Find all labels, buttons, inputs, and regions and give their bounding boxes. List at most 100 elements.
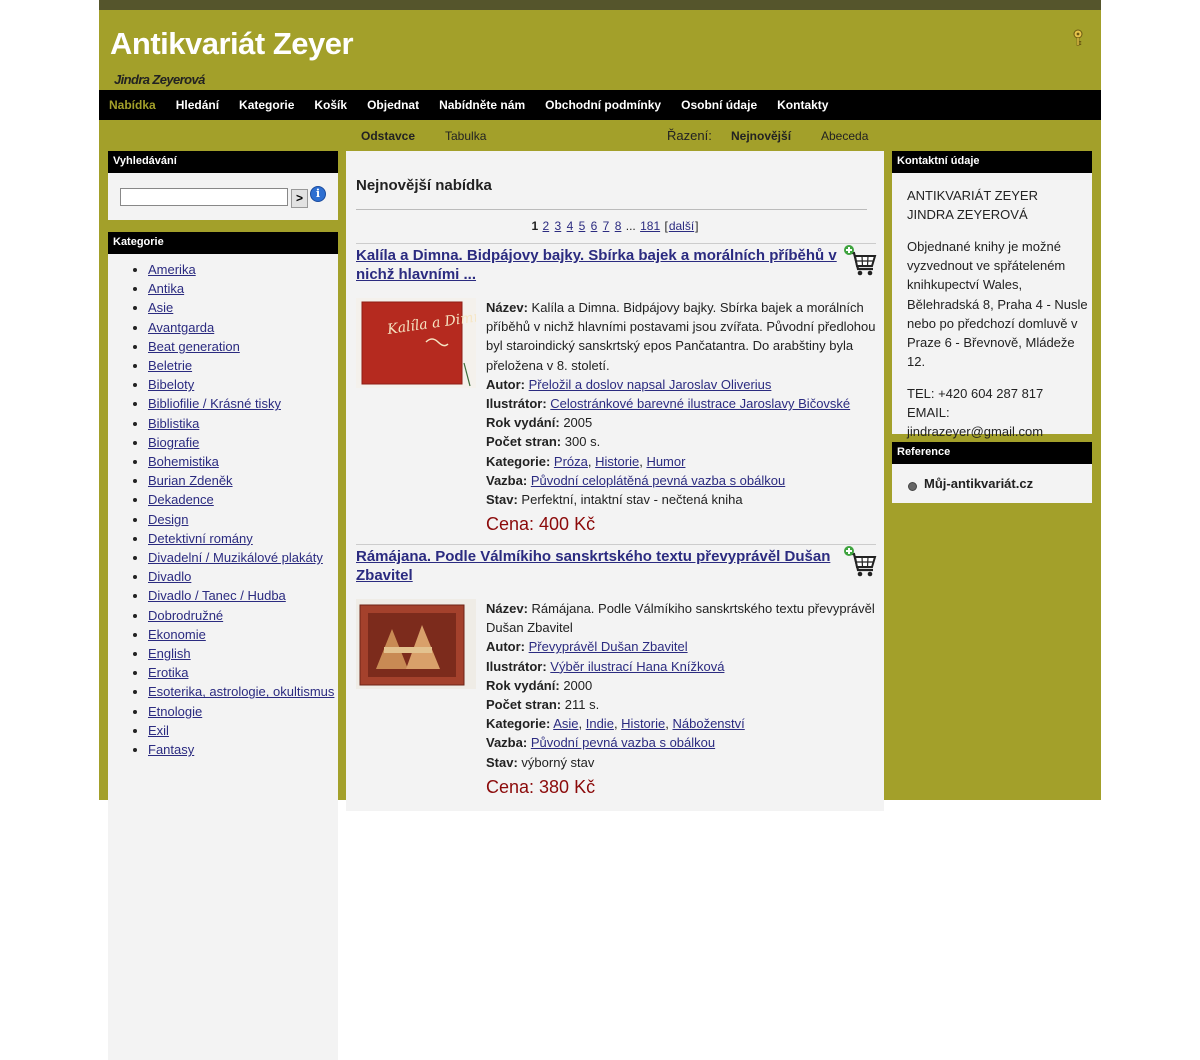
nav-kosik[interactable]: Košík bbox=[314, 98, 347, 112]
book-cover-image[interactable] bbox=[356, 599, 476, 689]
pager-last[interactable]: 181 bbox=[640, 219, 660, 233]
reference-heading: Reference bbox=[892, 442, 1092, 464]
category-link[interactable]: Bibeloty bbox=[148, 377, 194, 392]
category-item: Divadelní / Muzikálové plakáty bbox=[148, 548, 338, 567]
page-wrapper: Antikvariát Zeyer Jindra Zeyerová Nabídk… bbox=[99, 0, 1101, 1060]
nav-osobni-udaje[interactable]: Osobní údaje bbox=[681, 98, 757, 112]
category-link[interactable]: Esoterika, astrologie, okultismus bbox=[148, 684, 334, 699]
nav-nabidnete-nam[interactable]: Nabídněte nám bbox=[439, 98, 525, 112]
binding-link[interactable]: Původní celoplátěná pevná vazba s obálko… bbox=[531, 473, 785, 488]
category-item: Detektivní romány bbox=[148, 529, 338, 548]
nav-nabidka[interactable]: Nabídka bbox=[109, 98, 156, 112]
category-list: Amerika Antika Asie Avantgarda Beat generati… bbox=[108, 254, 338, 1060]
category-link[interactable]: Divadlo / Tanec / Hudba bbox=[148, 588, 286, 603]
category-link[interactable]: Bibliofilie / Krásné tisky bbox=[148, 396, 281, 411]
category-link[interactable]: Beletrie bbox=[148, 358, 192, 373]
view-odstavce[interactable]: Odstavce bbox=[361, 129, 415, 143]
category-link[interactable]: Próza bbox=[554, 454, 588, 469]
book-title-link[interactable]: Kalíla a Dimna. Bidpájovy bajky. Sbírka … bbox=[356, 247, 837, 283]
book-title-link[interactable]: Rámájana. Podle Válmíkiho sanskrtského t… bbox=[356, 548, 830, 584]
book-name: Kalíla a Dimna. Bidpájovy bajky. Sbírka … bbox=[486, 300, 876, 373]
detail-row: Rok vydání: 2000 bbox=[486, 677, 593, 693]
category-link[interactable]: Beat generation bbox=[148, 339, 240, 354]
nav-hledani[interactable]: Hledání bbox=[176, 98, 219, 112]
pager-page[interactable]: 6 bbox=[591, 219, 598, 233]
key-icon[interactable] bbox=[1072, 29, 1084, 50]
add-to-cart-icon[interactable] bbox=[843, 244, 877, 281]
category-link[interactable]: Biografie bbox=[148, 435, 199, 450]
category-link[interactable]: English bbox=[148, 646, 191, 661]
category-item: Biografie bbox=[148, 433, 338, 452]
category-item: Ekonomie bbox=[148, 625, 338, 644]
site-header: Antikvariát Zeyer Jindra Zeyerová bbox=[99, 10, 1101, 90]
sort-nejnovejsi[interactable]: Nejnovější bbox=[731, 129, 791, 143]
detail-row: Ilustrátor: Celostránkové barevné ilustr… bbox=[486, 396, 851, 412]
category-link[interactable]: Dekadence bbox=[148, 492, 214, 507]
category-item: Biblistika bbox=[148, 414, 338, 433]
pager-page[interactable]: 2 bbox=[543, 219, 550, 233]
nav-objednat[interactable]: Objednat bbox=[367, 98, 419, 112]
pager-next[interactable]: další bbox=[669, 219, 694, 233]
category-link[interactable]: Dobrodružné bbox=[148, 608, 223, 623]
category-link[interactable]: Avantgarda bbox=[148, 320, 214, 335]
illustrator-link[interactable]: Výběr ilustrací Hana Knížková bbox=[550, 659, 724, 674]
category-link[interactable]: Divadlo bbox=[148, 569, 191, 584]
category-link[interactable]: Asie bbox=[553, 716, 578, 731]
category-link[interactable]: Design bbox=[148, 512, 188, 527]
reference-link[interactable]: Můj-antikvariát.cz bbox=[924, 476, 1033, 491]
category-link[interactable]: Erotika bbox=[148, 665, 188, 680]
search-submit-button[interactable]: > bbox=[291, 189, 308, 208]
contact-name: ANTIKVARIÁT ZEYER JINDRA ZEYEROVÁ bbox=[907, 186, 1089, 224]
info-icon[interactable]: i bbox=[310, 186, 326, 202]
pager-page[interactable]: 7 bbox=[603, 219, 610, 233]
category-item: English bbox=[148, 644, 338, 663]
category-link[interactable]: Indie bbox=[586, 716, 614, 731]
category-link[interactable]: Divadelní / Muzikálové plakáty bbox=[148, 550, 323, 565]
condition: Perfektní, intaktní stav - nečtená kniha bbox=[521, 492, 743, 508]
category-item: Design bbox=[148, 510, 338, 529]
book-cover-image[interactable]: Kalíla a Dimna bbox=[356, 298, 492, 388]
category-link[interactable]: Burian Zdeněk bbox=[148, 473, 233, 488]
nav-obchodni-podminky[interactable]: Obchodní podmínky bbox=[545, 98, 661, 112]
search-input[interactable] bbox=[120, 188, 288, 206]
add-to-cart-icon[interactable] bbox=[843, 545, 877, 582]
category-link[interactable]: Asie bbox=[148, 300, 173, 315]
site-title[interactable]: Antikvariát Zeyer bbox=[110, 26, 354, 62]
binding-link[interactable]: Původní pevná vazba s obálkou bbox=[531, 735, 715, 750]
category-link[interactable]: Náboženství bbox=[672, 716, 744, 731]
bullet-icon bbox=[908, 482, 917, 491]
category-link[interactable]: Exil bbox=[148, 723, 169, 738]
contact-company: ANTIKVARIÁT ZEYER bbox=[907, 188, 1038, 203]
category-link[interactable]: Biblistika bbox=[148, 416, 199, 431]
page-count: 300 s. bbox=[564, 434, 601, 450]
nav-kategorie[interactable]: Kategorie bbox=[239, 98, 294, 112]
contact-email[interactable]: EMAIL: jindrazeyer@gmail.com bbox=[907, 405, 1043, 439]
detail-row: Počet stran: 211 s. bbox=[486, 697, 600, 713]
category-link[interactable]: Historie bbox=[621, 716, 665, 731]
pager-page[interactable]: 5 bbox=[579, 219, 586, 233]
pager-page[interactable]: 4 bbox=[567, 219, 574, 233]
author-link[interactable]: Převyprávěl Dušan Zbavitel bbox=[529, 639, 688, 654]
category-link[interactable]: Ekonomie bbox=[148, 627, 206, 642]
pager-page[interactable]: 8 bbox=[615, 219, 622, 233]
category-link[interactable]: Humor bbox=[646, 454, 685, 469]
pager-page[interactable]: 3 bbox=[555, 219, 562, 233]
detail-row: Vazba: Původní celoplátěná pevná vazba s… bbox=[486, 472, 786, 488]
divider bbox=[356, 544, 876, 545]
nav-kontakty[interactable]: Kontakty bbox=[777, 98, 828, 112]
view-tabulka[interactable]: Tabulka bbox=[445, 129, 486, 143]
detail-row: Kategorie: Asie, Indie, Historie, Nábože… bbox=[486, 716, 745, 732]
illustrator-link[interactable]: Celostránkové barevné ilustrace Jaroslav… bbox=[550, 396, 850, 411]
category-link[interactable]: Bohemistika bbox=[148, 454, 219, 469]
category-link[interactable]: Antika bbox=[148, 281, 184, 296]
right-column: Kontaktní údaje ANTIKVARIÁT ZEYER JINDRA… bbox=[892, 151, 1092, 503]
category-link[interactable]: Historie bbox=[595, 454, 639, 469]
category-link[interactable]: Amerika bbox=[148, 262, 196, 277]
category-link[interactable]: Etnologie bbox=[148, 704, 202, 719]
category-item: Exil bbox=[148, 721, 338, 740]
sort-abeceda[interactable]: Abeceda bbox=[821, 129, 868, 143]
category-link[interactable]: Detektivní romány bbox=[148, 531, 253, 546]
author-link[interactable]: Přeložil a doslov napsal Jaroslav Oliver… bbox=[529, 377, 772, 392]
year: 2000 bbox=[563, 677, 593, 693]
category-link[interactable]: Fantasy bbox=[148, 742, 194, 757]
